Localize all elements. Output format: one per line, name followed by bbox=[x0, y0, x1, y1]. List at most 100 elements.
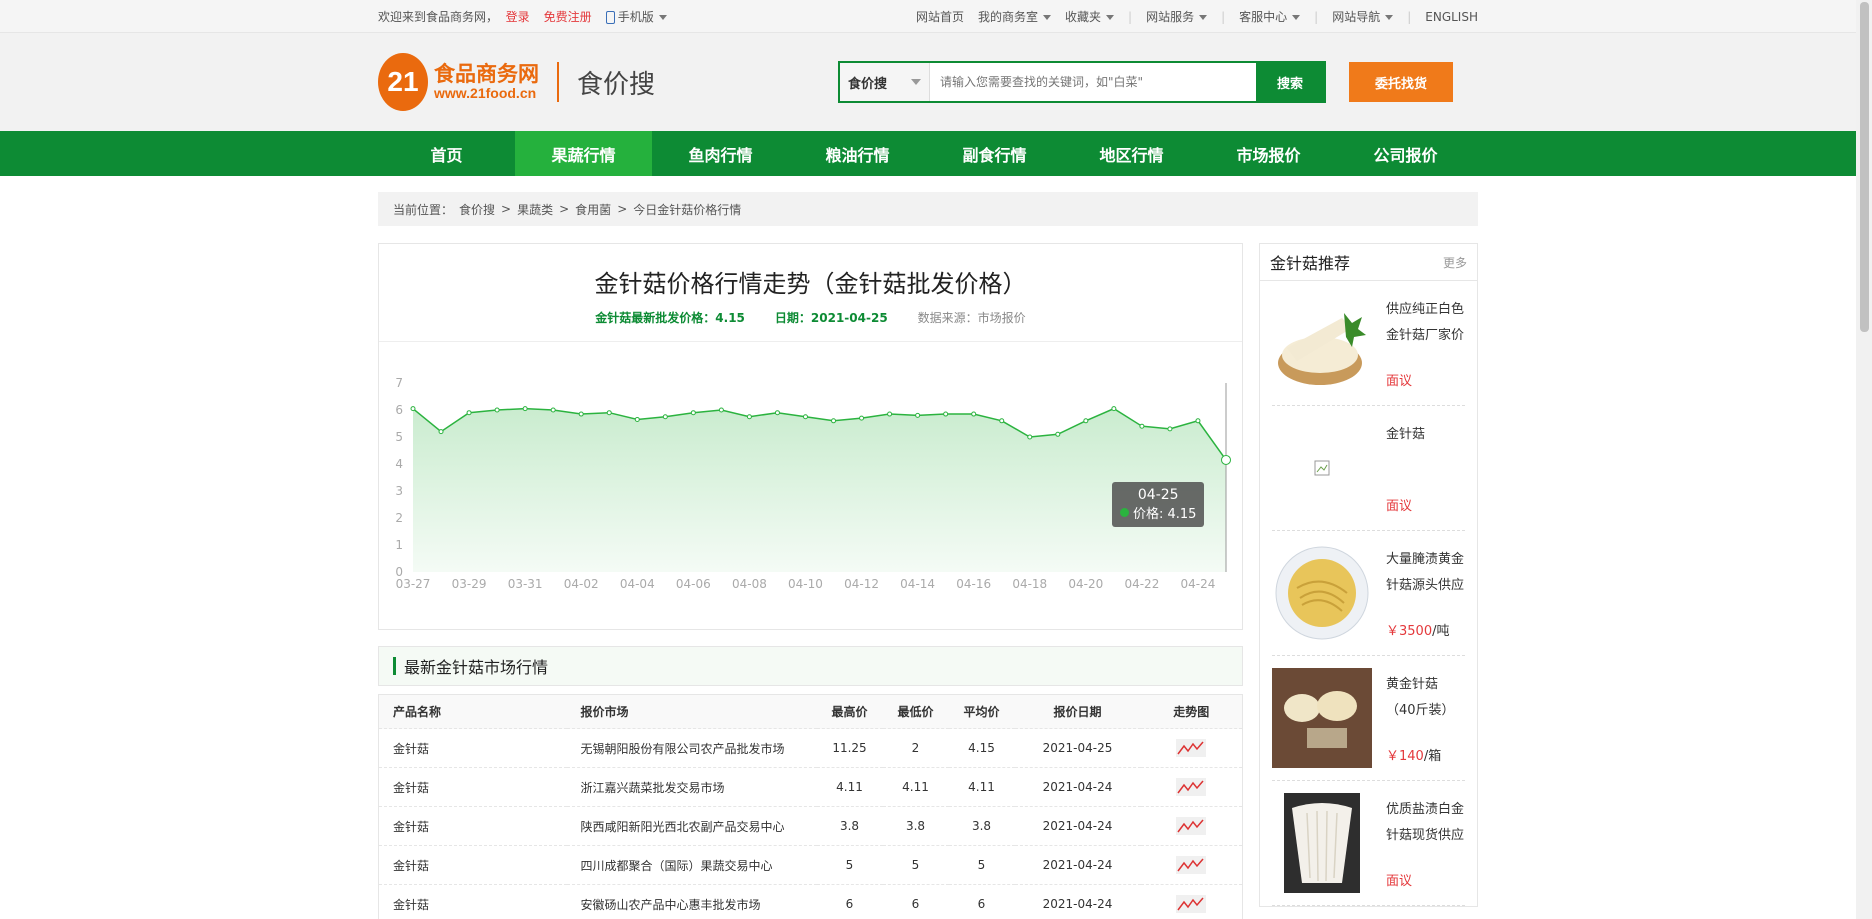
data-point[interactable] bbox=[494, 407, 500, 413]
recommend-item[interactable]: 供应纯正白色金针菇厂家价 面议 bbox=[1272, 281, 1465, 406]
search-button[interactable]: 搜索 bbox=[1256, 63, 1325, 101]
nav-grain-oil[interactable]: 粮油行情 bbox=[789, 131, 926, 176]
trend-cell[interactable] bbox=[1140, 767, 1243, 807]
data-point[interactable] bbox=[915, 412, 921, 418]
mobile-version-link[interactable]: 手机版 bbox=[605, 8, 667, 25]
breadcrumb-item[interactable]: 果蔬类 bbox=[517, 201, 553, 218]
data-point[interactable] bbox=[859, 415, 865, 421]
my-office-menu[interactable]: 我的商务室 bbox=[978, 8, 1052, 25]
table-row[interactable]: 金针菇 陕西咸阳新阳光西北农副产品交易中心 3.8 3.8 3.8 2021-04-24 bbox=[378, 806, 1243, 846]
site-logo[interactable]: 21 食品商务网 www.21food.cn bbox=[378, 53, 539, 111]
login-link[interactable]: 登录 bbox=[506, 10, 530, 24]
recommend-item[interactable]: 大量腌渍黄金针菇源头供应 ￥3500/吨 bbox=[1272, 531, 1465, 656]
data-point[interactable] bbox=[746, 414, 752, 420]
data-point[interactable] bbox=[1139, 423, 1145, 429]
data-point[interactable] bbox=[438, 429, 444, 435]
site-nav-menu[interactable]: 网站导航 bbox=[1332, 8, 1394, 25]
recommend-more-link[interactable]: 更多 bbox=[1443, 254, 1467, 271]
search-input[interactable] bbox=[930, 63, 1257, 101]
data-point[interactable] bbox=[606, 410, 612, 416]
nav-company-quotes[interactable]: 公司报价 bbox=[1337, 131, 1474, 176]
english-link[interactable]: ENGLISH bbox=[1425, 10, 1478, 24]
trend-cell[interactable] bbox=[1140, 845, 1243, 885]
nav-fish-meat[interactable]: 鱼肉行情 bbox=[652, 131, 789, 176]
data-point[interactable] bbox=[802, 414, 808, 420]
trend-chart-icon[interactable] bbox=[1176, 778, 1207, 796]
trend-chart-icon[interactable] bbox=[1176, 856, 1207, 874]
data-point[interactable] bbox=[550, 407, 556, 413]
scrollbar-thumb[interactable] bbox=[1860, 2, 1869, 332]
data-point[interactable] bbox=[578, 411, 584, 417]
recommend-name[interactable]: 大量腌渍黄金针菇源头供应 bbox=[1386, 547, 1465, 599]
data-point[interactable] bbox=[522, 406, 528, 412]
market-name[interactable]: 浙江嘉兴蔬菜批发交易市场 bbox=[566, 767, 817, 807]
data-point[interactable] bbox=[466, 410, 472, 416]
data-point[interactable] bbox=[690, 410, 696, 416]
data-point-active[interactable] bbox=[1221, 454, 1231, 465]
nav-market-quotes[interactable]: 市场报价 bbox=[1200, 131, 1337, 176]
table-row[interactable]: 金针菇 无锡朝阳股份有限公司农产品批发市场 11.25 2 4.15 2021-04-25 bbox=[378, 728, 1243, 768]
trend-chart-icon[interactable] bbox=[1176, 895, 1207, 913]
table-row[interactable]: 金针菇 安徽砀山农产品中心惠丰批发市场 6 6 6 2021-04-24 bbox=[378, 884, 1243, 919]
recommend-name[interactable]: 优质盐渍白金针菇现货供应 bbox=[1386, 797, 1465, 849]
breadcrumb-item[interactable]: 食价搜 bbox=[459, 201, 495, 218]
data-point[interactable] bbox=[971, 411, 977, 417]
favorites-menu[interactable]: 收藏夹 bbox=[1065, 8, 1115, 25]
nav-region[interactable]: 地区行情 bbox=[1063, 131, 1200, 176]
data-point[interactable] bbox=[1055, 431, 1061, 437]
broken-image-icon[interactable] bbox=[1272, 418, 1372, 518]
market-name[interactable]: 无锡朝阳股份有限公司农产品批发市场 bbox=[566, 728, 817, 768]
market-table: 产品名称 报价市场 最高价 最低价 平均价 报价日期 走势图 金针菇 无锡朝阳股份… bbox=[378, 694, 1243, 919]
trend-cell[interactable] bbox=[1140, 728, 1243, 768]
recommend-name[interactable]: 金针菇 bbox=[1386, 422, 1425, 448]
data-point[interactable] bbox=[662, 414, 668, 420]
trend-chart-icon[interactable] bbox=[1176, 739, 1207, 757]
recommend-item[interactable]: 金针菇 面议 bbox=[1272, 406, 1465, 531]
nav-home[interactable]: 首页 bbox=[378, 131, 515, 176]
product-image[interactable] bbox=[1272, 668, 1372, 768]
chevron-down-icon bbox=[1043, 15, 1052, 20]
quote-date: 2021-04-24 bbox=[1014, 884, 1141, 919]
data-point[interactable] bbox=[1167, 426, 1173, 432]
data-point[interactable] bbox=[718, 407, 724, 413]
data-point[interactable] bbox=[634, 416, 640, 422]
customer-center-menu[interactable]: 客服中心 bbox=[1239, 8, 1301, 25]
product-image[interactable] bbox=[1272, 793, 1372, 893]
quote-date: 2021-04-24 bbox=[1014, 845, 1141, 885]
product-image[interactable] bbox=[1272, 543, 1372, 643]
entrust-button[interactable]: 委托找货 bbox=[1349, 62, 1454, 102]
data-point[interactable] bbox=[999, 418, 1005, 424]
x-tick-label: 04-04 bbox=[620, 577, 655, 591]
table-row[interactable]: 金针菇 四川成都聚合（国际）果蔬交易中心 5 5 5 2021-04-24 bbox=[378, 845, 1243, 885]
market-name[interactable]: 四川成都聚合（国际）果蔬交易中心 bbox=[566, 845, 817, 885]
table-row[interactable]: 金针菇 浙江嘉兴蔬菜批发交易市场 4.11 4.11 4.11 2021-04-24 bbox=[378, 767, 1243, 807]
recommend-name[interactable]: 供应纯正白色金针菇厂家价 bbox=[1386, 297, 1465, 349]
product-image[interactable] bbox=[1272, 293, 1372, 393]
search-type-select[interactable]: 食价搜 bbox=[840, 63, 931, 101]
data-point[interactable] bbox=[831, 418, 837, 424]
data-point[interactable] bbox=[1027, 434, 1033, 440]
trend-cell[interactable] bbox=[1140, 884, 1243, 919]
trend-chart-icon[interactable] bbox=[1176, 817, 1207, 835]
breadcrumb-item[interactable]: 食用菌 bbox=[575, 201, 611, 218]
recommend-item[interactable]: 优质盐渍白金针菇现货供应 面议 bbox=[1272, 781, 1465, 906]
recommend-name[interactable]: 黄金针菇（40斤装） bbox=[1386, 672, 1465, 724]
data-point[interactable] bbox=[887, 411, 893, 417]
market-name[interactable]: 安徽砀山农产品中心惠丰批发市场 bbox=[566, 884, 817, 919]
data-point[interactable] bbox=[1083, 418, 1089, 424]
data-point[interactable] bbox=[943, 411, 949, 417]
trend-cell[interactable] bbox=[1140, 806, 1243, 846]
site-home-link[interactable]: 网站首页 bbox=[916, 8, 964, 25]
data-point[interactable] bbox=[410, 406, 416, 412]
nav-fruit-veg[interactable]: 果蔬行情 bbox=[515, 131, 652, 176]
data-point[interactable] bbox=[1111, 406, 1117, 412]
data-point[interactable] bbox=[774, 410, 780, 416]
market-name[interactable]: 陕西咸阳新阳光西北农副产品交易中心 bbox=[566, 806, 817, 846]
nav-groceries[interactable]: 副食行情 bbox=[926, 131, 1063, 176]
page-scrollbar[interactable] bbox=[1856, 0, 1872, 919]
register-link[interactable]: 免费注册 bbox=[544, 8, 592, 25]
market-section-title: 最新金针菇市场行情 bbox=[378, 646, 1243, 686]
recommend-item[interactable]: 黄金针菇（40斤装） ￥140/箱 bbox=[1272, 656, 1465, 781]
data-point[interactable] bbox=[1195, 418, 1201, 424]
site-services-menu[interactable]: 网站服务 bbox=[1146, 8, 1208, 25]
